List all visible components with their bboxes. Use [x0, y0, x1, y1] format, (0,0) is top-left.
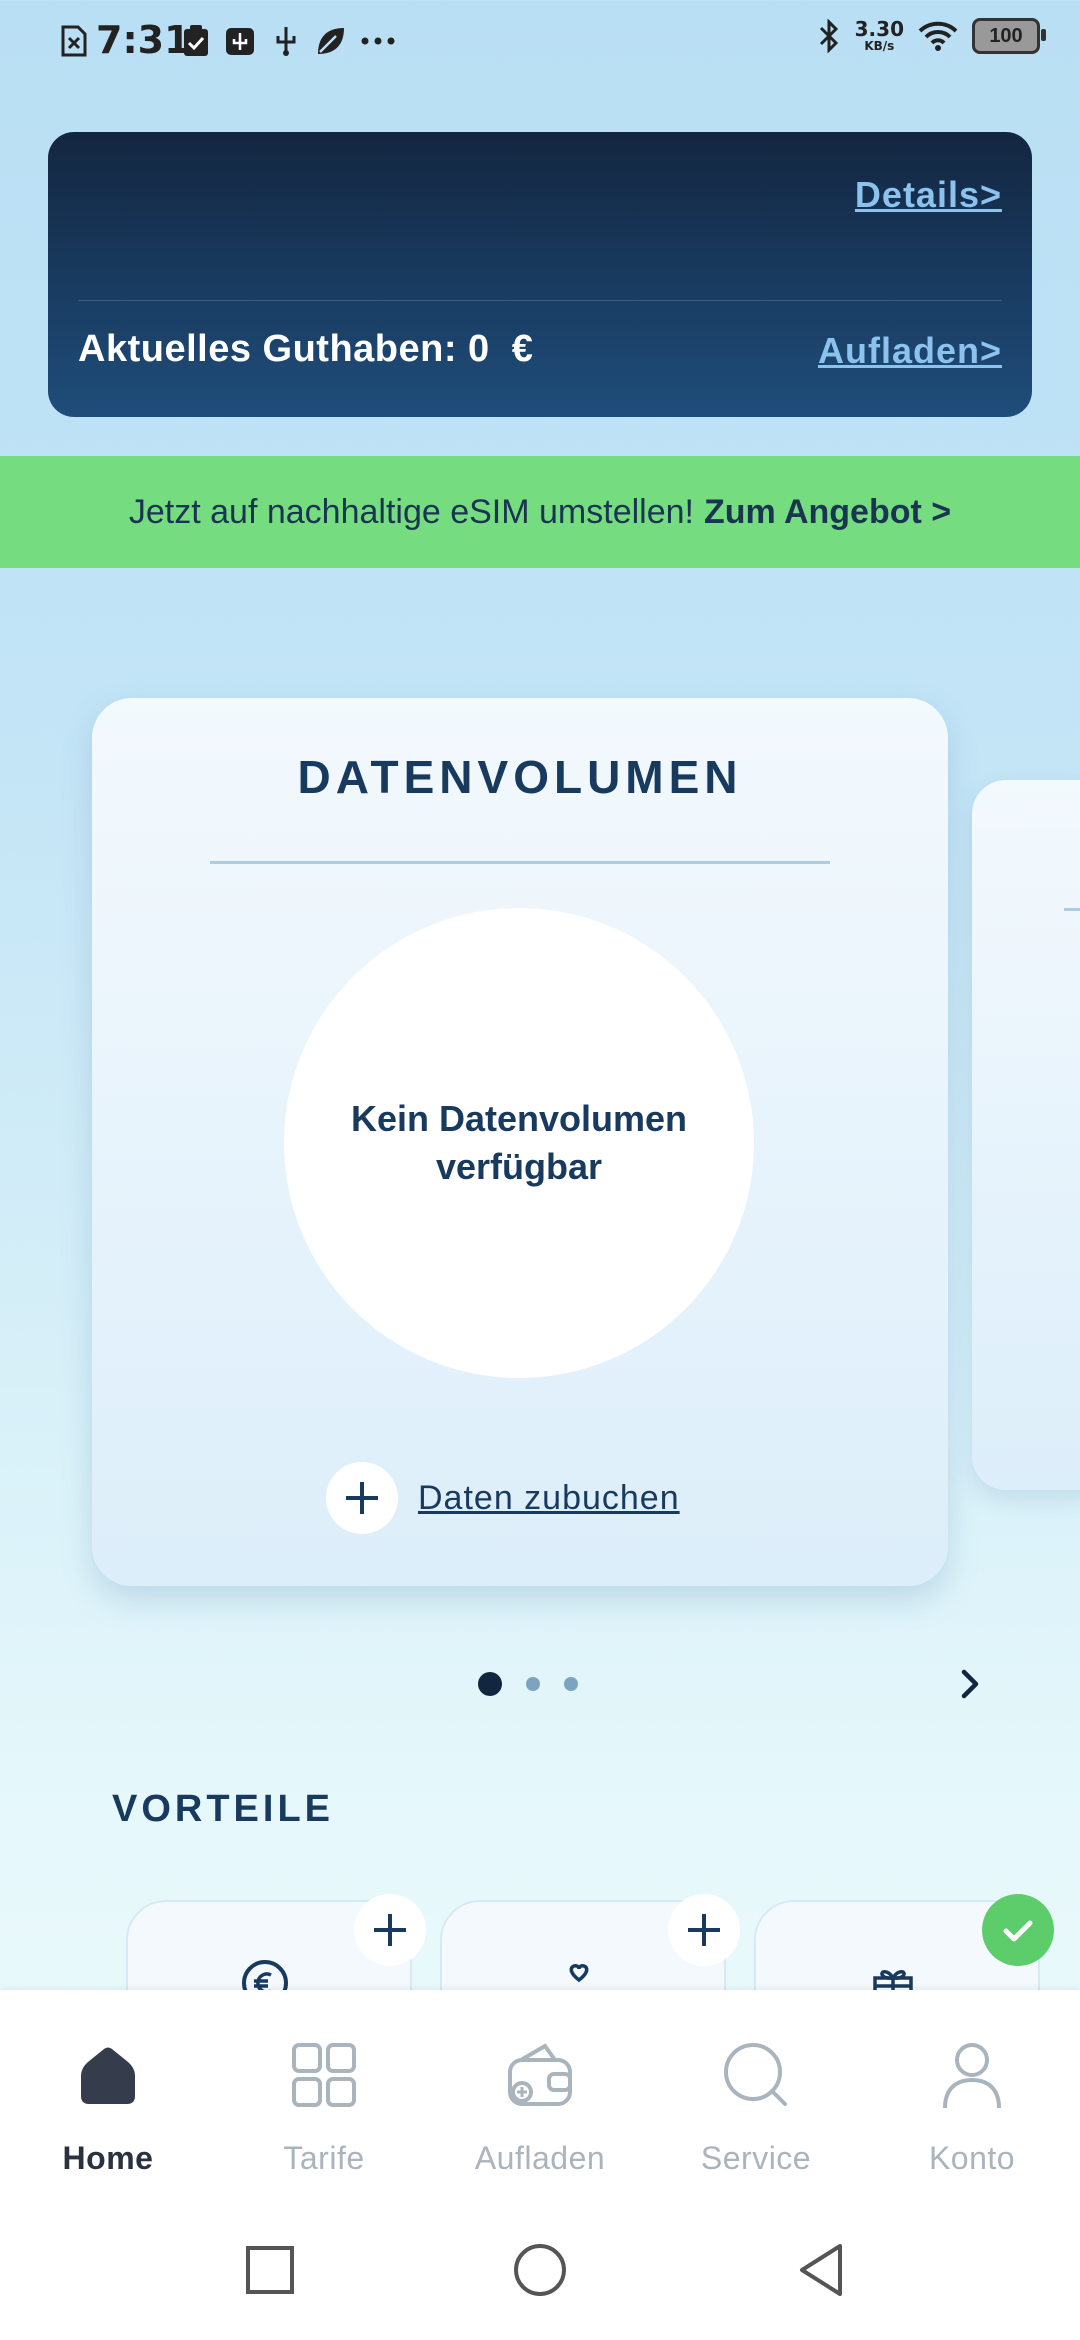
data-volume-card: DATENVOLUMEN Kein Datenvolumen verfügbar… [92, 698, 948, 1586]
add-data-label: Daten zubuchen [418, 1478, 680, 1517]
nav-label: Tarife [283, 2140, 365, 2176]
more-icon [361, 37, 395, 45]
back-triangle-icon[interactable] [792, 2240, 852, 2300]
nav-label: Home [62, 2140, 154, 2176]
data-volume-status: Kein Datenvolumen verfügbar [350, 1098, 688, 1187]
usb-icon [276, 27, 296, 56]
nav-konto[interactable]: Konto [864, 1990, 1080, 2200]
esim-promo-banner[interactable]: Jetzt auf nachhaltige eSIM umstellen! Zu… [0, 456, 1080, 568]
nav-home[interactable]: Home [0, 1990, 216, 2200]
grid-icon [292, 2043, 356, 2107]
sim-off-icon [61, 25, 87, 57]
add-benefit-button-1[interactable] [354, 1894, 426, 1966]
nav-label: Aufladen [474, 2140, 606, 2176]
home-icon [81, 2047, 135, 2104]
benefit-active-badge [982, 1894, 1054, 1966]
title-divider [210, 861, 830, 864]
data-volume-circle: Kein Datenvolumen verfügbar [284, 908, 754, 1378]
wifi-icon [918, 21, 958, 51]
next-card-preview[interactable] [972, 780, 1080, 1490]
search-icon [724, 2043, 787, 2106]
person-icon [943, 2043, 1001, 2109]
pager-dot-3[interactable] [564, 1677, 578, 1691]
add-benefit-button-2[interactable] [668, 1894, 740, 1966]
topup-link[interactable]: Aufladen> [818, 330, 1002, 372]
status-time: 7:31 [96, 18, 191, 62]
network-speed: 3.30 KB/s [854, 17, 904, 53]
pager-dot-1[interactable] [478, 1672, 502, 1696]
system-navigation-bar [0, 2230, 1080, 2320]
pager-dot-2[interactable] [526, 1677, 540, 1691]
card-title: DATENVOLUMEN [297, 751, 743, 803]
wallet-icon [508, 2043, 572, 2106]
nav-label: Konto [928, 2140, 1016, 2176]
plus-icon [374, 1914, 406, 1946]
bluetooth-icon [819, 19, 838, 53]
clipboard-check-icon [184, 25, 208, 56]
leaf-icon [318, 28, 344, 54]
add-data-button[interactable]: Daten zubuchen [326, 1462, 680, 1534]
nav-label: Service [700, 2140, 812, 2176]
peek-card-divider [1064, 908, 1080, 911]
usb-storage-icon [226, 28, 254, 55]
status-bar: 7:31 3.30 KB/s 100 [0, 0, 1080, 84]
plus-icon [688, 1914, 720, 1946]
chevron-right-icon[interactable] [950, 1662, 990, 1706]
nav-service[interactable]: Service [648, 1990, 864, 2200]
balance-text: Aktuelles Guthaben: 0 € [78, 328, 534, 370]
nav-aufladen[interactable]: Aufladen [432, 1990, 648, 2200]
balance-card: Details> Aktuelles Guthaben: 0 € Auflade… [48, 132, 1032, 417]
recents-square-icon[interactable] [240, 2240, 300, 2300]
card-divider [78, 300, 1002, 301]
promo-text: Jetzt auf nachhaltige eSIM umstellen! [128, 492, 694, 531]
card-pager [478, 1672, 578, 1696]
home-circle-icon[interactable] [510, 2240, 570, 2300]
nav-tarife[interactable]: Tarife [216, 1990, 432, 2200]
details-link[interactable]: Details> [855, 174, 1002, 216]
battery-icon: 100 [972, 18, 1046, 54]
promo-cta-link[interactable]: Zum Angebot > [704, 493, 951, 532]
benefits-title: VORTEILE [112, 1788, 335, 1830]
checkmark-icon [1003, 1920, 1033, 1942]
plus-icon [326, 1462, 398, 1534]
